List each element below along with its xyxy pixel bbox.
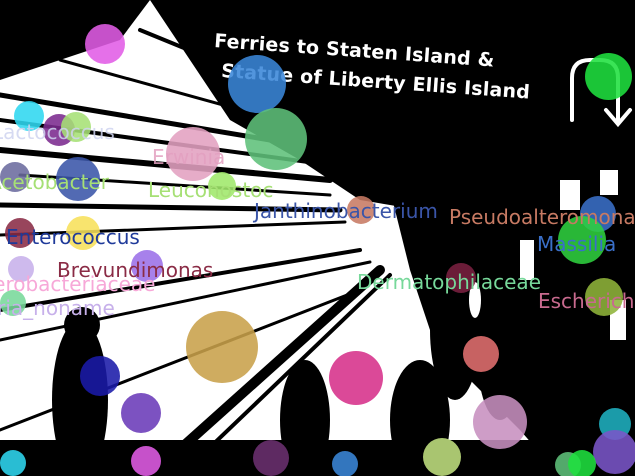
bubble: [253, 440, 289, 476]
bubble: [131, 446, 161, 476]
bubble: [593, 430, 635, 474]
bubble: [329, 351, 383, 405]
taxon-label: Massilia: [537, 232, 617, 256]
bubble: [186, 311, 258, 383]
taxon-label: Pseudoalteromonas: [449, 205, 635, 229]
taxon-label: Leuconostoc: [148, 178, 274, 202]
taxon-label: Acetobacter: [0, 170, 110, 194]
bubble: [85, 24, 125, 64]
bubble: [568, 450, 596, 476]
taxon-label: Lactococcus: [0, 120, 115, 144]
taxon-label: Janthinobacterium: [254, 199, 438, 223]
taxon-label: Bacteria_noname: [0, 296, 115, 320]
taxon-label: Enterobacteriaceae: [0, 272, 156, 296]
taxon-label: Erwinia: [152, 145, 226, 169]
bubble: [80, 356, 120, 396]
scene: Ferries to Staten Island & Statue of Lib…: [0, 0, 635, 476]
bubble: [473, 395, 527, 449]
taxon-label: Dermatophilaceae: [357, 270, 541, 294]
bubble: [228, 55, 286, 113]
bubble: [0, 450, 26, 476]
bubble: [245, 108, 307, 170]
bubble: [463, 336, 499, 372]
taxon-label: Enterococcus: [6, 225, 140, 249]
bubble: [332, 451, 358, 476]
bubble: [585, 53, 632, 100]
bubble: [423, 438, 461, 476]
taxon-label: Escherichia: [538, 289, 635, 313]
bubble: [121, 393, 161, 433]
